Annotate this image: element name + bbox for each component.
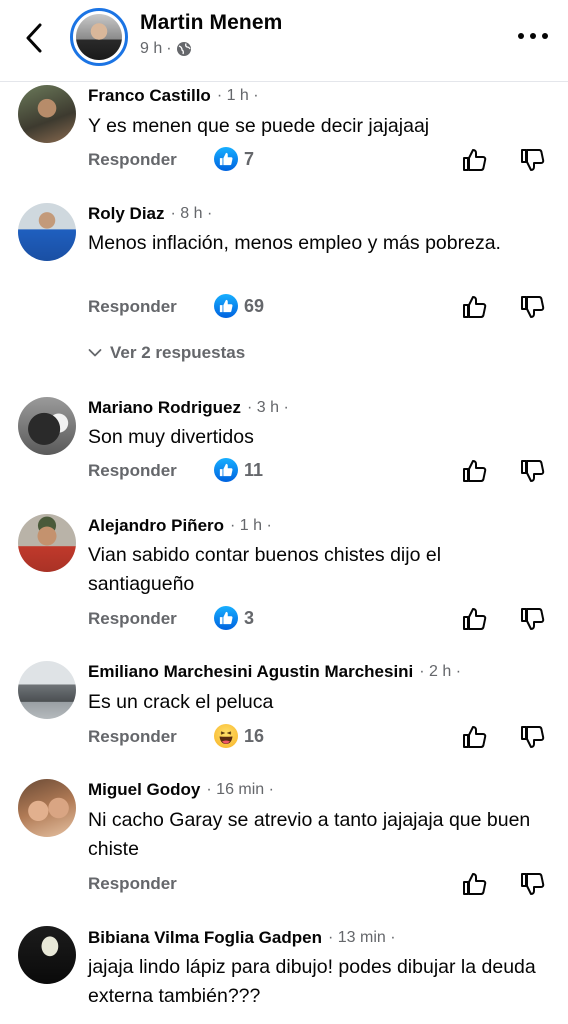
like-reaction-icon	[214, 147, 238, 171]
reply-button[interactable]: Responder	[88, 609, 177, 629]
reply-button[interactable]: Responder	[88, 297, 177, 317]
reaction-number: 16	[244, 725, 265, 746]
comment-time: · 1 h ·	[216, 87, 259, 104]
thumbs-down-icon[interactable]	[520, 606, 546, 632]
commenter-name[interactable]: Mariano Rodriguez	[88, 398, 241, 418]
comment-time: · 8 h ·	[170, 205, 213, 222]
thumbs-down-icon[interactable]	[520, 147, 546, 173]
reaction-count[interactable]: 7	[214, 147, 254, 171]
like-reaction-icon	[214, 458, 238, 482]
view-replies-label: Ver 2 respuestas	[110, 343, 246, 362]
comment-text: Vian sabido contar buenos chistes dijo e…	[88, 544, 442, 595]
comment-text: Menos inflación, menos empleo y más pobr…	[88, 232, 501, 254]
thumbs-down-icon[interactable]	[520, 294, 546, 320]
post-header: Martin Menem 9 h ·	[0, 0, 568, 82]
avatar[interactable]	[18, 514, 76, 572]
avatar[interactable]	[18, 779, 76, 837]
commenter-name[interactable]: Miguel Godoy	[88, 780, 200, 800]
commenter-name[interactable]: Bibiana Vilma Foglia Gadpen	[88, 928, 322, 948]
like-reaction-icon	[214, 606, 238, 630]
back-button[interactable]	[18, 20, 50, 56]
comment-time: · 16 min ·	[206, 781, 274, 798]
thumbs-up-icon[interactable]	[462, 294, 488, 320]
thumbs-down-icon[interactable]	[520, 871, 546, 897]
thumbs-up-icon[interactable]	[462, 871, 488, 897]
reaction-count[interactable]: 3	[214, 606, 254, 630]
comment-text: jajaja lindo lápiz para dibujo! podes di…	[88, 956, 536, 1007]
reaction-count[interactable]: 69	[214, 294, 264, 318]
comment-time: · 13 min ·	[327, 929, 396, 946]
thumbs-up-icon[interactable]	[462, 606, 488, 632]
thumbs-down-icon[interactable]	[520, 458, 546, 484]
commenter-name[interactable]: Franco Castillo	[88, 86, 211, 106]
chevron-down-icon	[88, 349, 102, 357]
reply-button[interactable]: Responder	[88, 874, 177, 894]
reaction-count[interactable]: 11	[214, 458, 263, 482]
page-avatar[interactable]	[70, 8, 128, 66]
meta-dot: ·	[166, 40, 172, 57]
reaction-number: 3	[244, 607, 255, 628]
post-meta: 9 h ·	[140, 40, 192, 58]
commenter-name[interactable]: Alejandro Piñero	[88, 516, 224, 536]
comment-text: Es un crack el peluca	[88, 691, 274, 713]
reaction-number: 7	[244, 148, 255, 169]
globe-icon	[176, 42, 191, 56]
more-options-button[interactable]	[518, 28, 548, 44]
thumbs-up-icon[interactable]	[462, 147, 488, 173]
avatar[interactable]	[18, 397, 76, 455]
chevron-left-icon	[26, 23, 42, 53]
avatar[interactable]	[18, 926, 76, 984]
avatar[interactable]	[18, 85, 76, 143]
thumbs-down-icon[interactable]	[520, 724, 546, 750]
comment-text: Ni cacho Garay se atrevio a tanto jajaja…	[88, 809, 531, 860]
like-reaction-icon	[214, 294, 238, 318]
reply-button[interactable]: Responder	[88, 727, 177, 747]
reaction-count[interactable]: 16	[214, 724, 264, 748]
thumbs-up-icon[interactable]	[462, 724, 488, 750]
reaction-number: 11	[244, 459, 264, 480]
comment-time: · 2 h ·	[419, 663, 462, 680]
comment-text: Y es menen que se puede decir jajajaaj	[88, 115, 430, 137]
commenter-name[interactable]: Emiliano Marchesini Agustin Marchesini	[88, 662, 413, 682]
commenter-name[interactable]: Roly Diaz	[88, 204, 165, 224]
thumbs-up-icon[interactable]	[462, 458, 488, 484]
haha-reaction-icon	[214, 724, 238, 748]
avatar[interactable]	[18, 661, 76, 719]
comment-text: Son muy divertidos	[88, 426, 254, 448]
reply-button[interactable]: Responder	[88, 461, 177, 481]
post-time: 9 h	[140, 40, 163, 57]
more-horizontal-icon	[518, 33, 524, 39]
reaction-number: 69	[244, 295, 265, 316]
avatar[interactable]	[18, 203, 76, 261]
comment-time: · 1 h ·	[230, 517, 272, 534]
view-replies-button[interactable]: Ver 2 respuestas	[88, 343, 245, 363]
comment-time: · 3 h ·	[247, 399, 289, 416]
reply-button[interactable]: Responder	[88, 150, 177, 170]
page-name[interactable]: Martin Menem	[140, 11, 282, 35]
